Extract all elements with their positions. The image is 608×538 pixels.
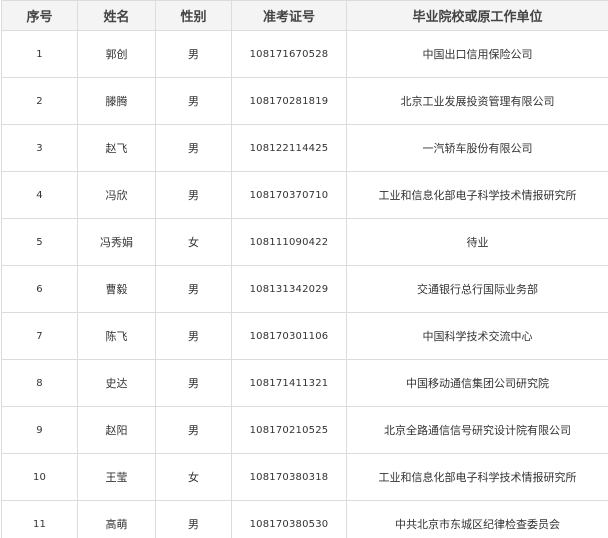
roster-table: 序号 姓名 性别 准考证号 毕业院校或原工作单位 1 郭创 男 10817167… [1,0,608,538]
cell-gender: 男 [155,124,232,172]
cell-name: 冯欣 [77,171,156,219]
header-index: 序号 [1,0,78,31]
cell-index: 1 [1,30,78,78]
cell-name: 郭创 [77,30,156,78]
cell-exam-number: 108170380318 [231,453,347,501]
cell-name: 赵阳 [77,406,156,454]
cell-organization: 工业和信息化部电子科学技术情报研究所 [346,171,608,219]
cell-index: 8 [1,359,78,407]
table-row: 7 陈飞 男 108170301106 中国科学技术交流中心 [1,312,608,360]
cell-organization: 中国科学技术交流中心 [346,312,608,360]
table-row: 9 赵阳 男 108170210525 北京全路通信信号研究设计院有限公司 [1,406,608,454]
cell-name: 高萌 [77,500,156,538]
cell-index: 4 [1,171,78,219]
table-row: 1 郭创 男 108171670528 中国出口信用保险公司 [1,30,608,78]
cell-gender: 男 [155,359,232,407]
cell-organization: 待业 [346,218,608,266]
table-row: 3 赵飞 男 108122114425 一汽轿车股份有限公司 [1,124,608,172]
cell-exam-number: 108111090422 [231,218,347,266]
cell-name: 滕腾 [77,77,156,125]
cell-index: 9 [1,406,78,454]
cell-gender: 女 [155,218,232,266]
table-row: 2 滕腾 男 108170281819 北京工业发展投资管理有限公司 [1,77,608,125]
cell-exam-number: 108131342029 [231,265,347,313]
cell-exam-number: 108171670528 [231,30,347,78]
table-row: 10 王莹 女 108170380318 工业和信息化部电子科学技术情报研究所 [1,453,608,501]
cell-index: 3 [1,124,78,172]
header-row: 序号 姓名 性别 准考证号 毕业院校或原工作单位 [1,0,608,31]
header-gender: 性别 [155,0,232,31]
cell-organization: 北京工业发展投资管理有限公司 [346,77,608,125]
cell-organization: 一汽轿车股份有限公司 [346,124,608,172]
cell-exam-number: 108170380530 [231,500,347,538]
table-header: 序号 姓名 性别 准考证号 毕业院校或原工作单位 [1,0,608,31]
table-row: 8 史达 男 108171411321 中国移动通信集团公司研究院 [1,359,608,407]
table-row: 6 曹毅 男 108131342029 交通银行总行国际业务部 [1,265,608,313]
cell-gender: 男 [155,30,232,78]
cell-organization: 中共北京市东城区纪律检查委员会 [346,500,608,538]
table-row: 4 冯欣 男 108170370710 工业和信息化部电子科学技术情报研究所 [1,171,608,219]
cell-gender: 男 [155,171,232,219]
cell-index: 2 [1,77,78,125]
table-row: 11 高萌 男 108170380530 中共北京市东城区纪律检查委员会 [1,500,608,538]
cell-organization: 工业和信息化部电子科学技术情报研究所 [346,453,608,501]
header-name: 姓名 [77,0,156,31]
cell-name: 赵飞 [77,124,156,172]
header-organization: 毕业院校或原工作单位 [346,0,608,31]
cell-index: 5 [1,218,78,266]
cell-gender: 男 [155,77,232,125]
table-row: 5 冯秀娟 女 108111090422 待业 [1,218,608,266]
cell-gender: 男 [155,406,232,454]
cell-index: 11 [1,500,78,538]
cell-name: 冯秀娟 [77,218,156,266]
cell-organization: 中国出口信用保险公司 [346,30,608,78]
cell-gender: 男 [155,500,232,538]
cell-index: 10 [1,453,78,501]
cell-name: 王莹 [77,453,156,501]
cell-exam-number: 108170210525 [231,406,347,454]
cell-organization: 交通银行总行国际业务部 [346,265,608,313]
cell-index: 6 [1,265,78,313]
cell-name: 曹毅 [77,265,156,313]
cell-name: 陈飞 [77,312,156,360]
cell-index: 7 [1,312,78,360]
cell-gender: 男 [155,265,232,313]
cell-exam-number: 108170370710 [231,171,347,219]
cell-name: 史达 [77,359,156,407]
cell-gender: 女 [155,453,232,501]
cell-exam-number: 108171411321 [231,359,347,407]
cell-organization: 中国移动通信集团公司研究院 [346,359,608,407]
table-body: 1 郭创 男 108171670528 中国出口信用保险公司 2 滕腾 男 10… [1,30,608,538]
cell-exam-number: 108122114425 [231,124,347,172]
cell-exam-number: 108170301106 [231,312,347,360]
cell-gender: 男 [155,312,232,360]
cell-exam-number: 108170281819 [231,77,347,125]
header-exam-number: 准考证号 [231,0,347,31]
cell-organization: 北京全路通信信号研究设计院有限公司 [346,406,608,454]
roster-table-container: 序号 姓名 性别 准考证号 毕业院校或原工作单位 1 郭创 男 10817167… [0,0,608,538]
